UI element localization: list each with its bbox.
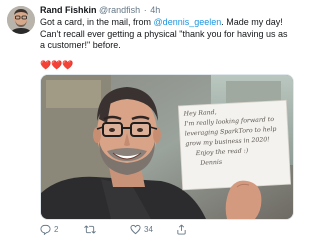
tweet-actions: 2 34 [40,222,292,236]
reply-button[interactable]: 2 [40,222,58,236]
like-button[interactable]: 34 [130,222,153,236]
tweet-text: Got a card, in the mail, from @dennis_ge… [40,17,294,52]
tweet-timestamp[interactable]: 4h [150,5,160,15]
card-note: Hey Rand, I'm really looking forward to … [183,104,286,169]
like-count: 34 [144,224,153,234]
tweet: Rand Fishkin @randfish · 4h Got a card, … [0,0,300,242]
share-button[interactable] [176,222,187,236]
separator-dot: · [143,5,147,15]
avatar[interactable] [7,6,35,34]
tweet-text-start: Got a card, in the mail, from [40,17,154,27]
mention-link[interactable]: @dennis_geelen [154,17,222,27]
hearts-emoji: ❤️❤️❤️ [40,60,74,70]
share-icon [176,224,187,235]
like-icon [130,224,141,235]
tweet-photo[interactable]: Hey Rand, I'm really looking forward to … [40,74,294,220]
tweet-header: Rand Fishkin @randfish · 4h [40,5,160,16]
retweet-icon [84,224,96,235]
author-handle[interactable]: @randfish [99,5,140,15]
author-name[interactable]: Rand Fishkin [40,5,97,15]
reply-count: 2 [54,224,59,234]
reply-icon [40,224,51,235]
retweet-button[interactable] [84,222,99,236]
